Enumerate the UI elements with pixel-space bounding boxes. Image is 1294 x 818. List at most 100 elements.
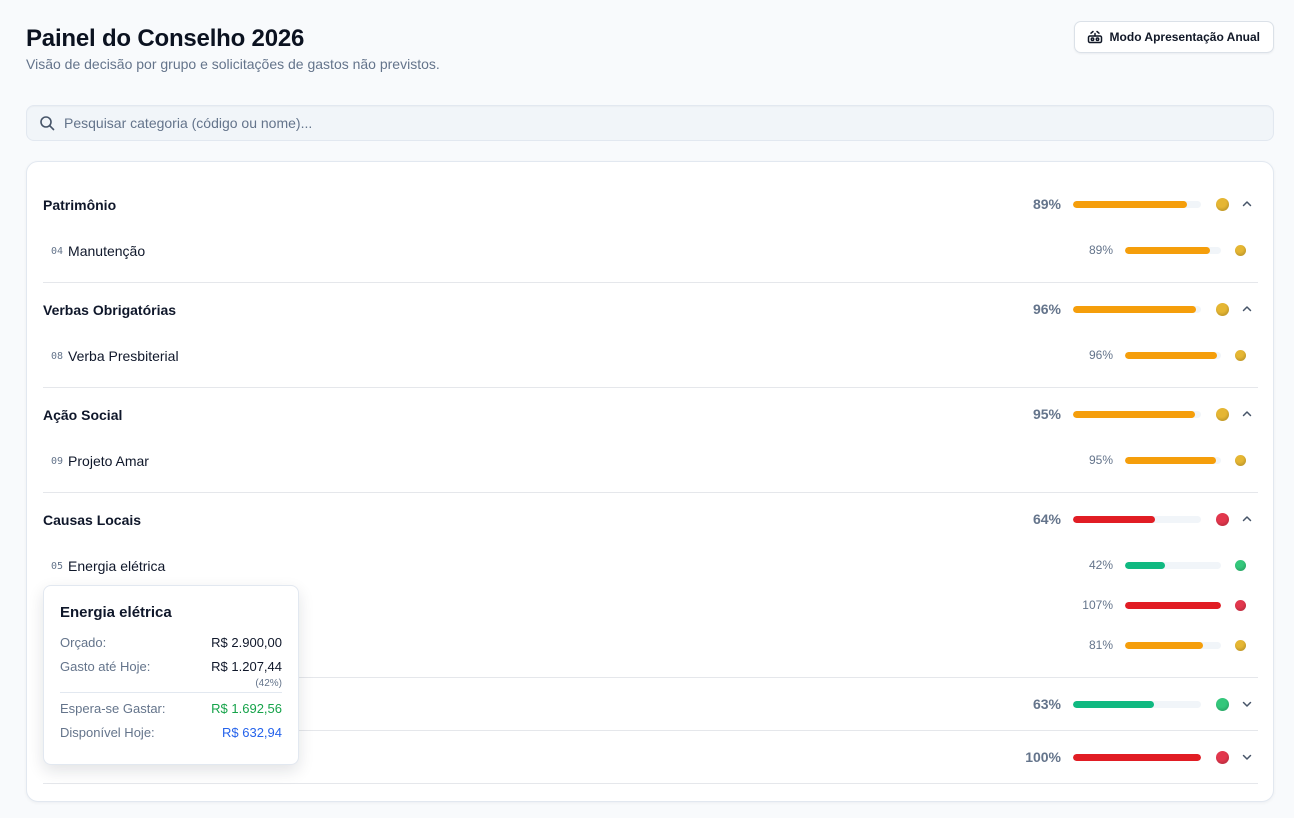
progress-bar <box>1125 246 1221 254</box>
annual-presentation-button[interactable]: Modo Apresentação Anual <box>1073 21 1274 53</box>
group-metric: 96% <box>1021 301 1253 317</box>
status-dot <box>1216 750 1229 764</box>
progress-fill <box>1125 641 1203 649</box>
category-percent: 107% <box>1082 598 1113 612</box>
category-code: 04 <box>51 245 64 257</box>
status-dot <box>1235 639 1246 651</box>
tooltip-spent-row: Gasto até Hoje: R$ 1.207,44 <box>60 659 282 675</box>
status-dot <box>1235 599 1246 611</box>
progress-bar <box>1073 515 1201 523</box>
progress-fill <box>1073 305 1196 313</box>
group-metric: 89% <box>1021 196 1253 212</box>
category-percent: 81% <box>1088 638 1113 652</box>
progress-bar <box>1125 456 1221 464</box>
progress-bar <box>1125 601 1221 609</box>
tooltip-available-row: Disponível Hoje: R$ 632,94 <box>60 725 282 741</box>
category-name: Energia elétrica <box>68 558 166 574</box>
progress-fill <box>1073 700 1154 708</box>
page-title: Painel do Conselho 2026 <box>26 25 305 52</box>
tooltip-budget-label: Orçado: <box>60 635 107 650</box>
progress-bar <box>1073 200 1201 208</box>
group-percent: 96% <box>1032 301 1061 317</box>
group-metric: 95% <box>1021 406 1253 422</box>
progress-bar <box>1073 700 1201 708</box>
status-dot <box>1235 349 1246 361</box>
category-metric: 81% <box>1073 638 1246 652</box>
category-percent: 89% <box>1088 243 1113 257</box>
tooltip-divider <box>60 692 282 693</box>
progress-fill <box>1125 456 1217 464</box>
progress-bar <box>1073 305 1201 313</box>
tooltip-available-label: Disponível Hoje: <box>60 725 155 740</box>
group-percent: 95% <box>1032 406 1061 422</box>
progress-fill <box>1073 753 1201 761</box>
chevron-up-icon[interactable] <box>1241 198 1253 210</box>
category-code: 05 <box>51 560 64 572</box>
group-name: Patrimônio <box>43 197 117 213</box>
status-dot <box>1216 302 1229 316</box>
chevron-down-icon[interactable] <box>1241 751 1253 763</box>
group-metric: 63% <box>1021 696 1253 712</box>
category-metric: 95% <box>1073 453 1246 467</box>
progress-fill <box>1125 561 1166 569</box>
category-name: Manutenção <box>68 243 146 259</box>
group-percent: 63% <box>1032 696 1061 712</box>
group-metric: 100% <box>1021 749 1253 765</box>
chevron-up-icon[interactable] <box>1241 303 1253 315</box>
chevron-down-icon[interactable] <box>1241 698 1253 710</box>
category-name: Verba Presbiterial <box>68 348 179 364</box>
chevron-up-icon[interactable] <box>1241 513 1253 525</box>
progress-fill <box>1073 515 1155 523</box>
category-metric: 42% <box>1073 558 1246 572</box>
presentation-icon <box>1087 30 1102 44</box>
group-name: Causas Locais <box>43 512 142 528</box>
category-code: 09 <box>51 455 64 467</box>
progress-fill <box>1073 410 1195 418</box>
tooltip-title: Energia elétrica <box>60 604 172 621</box>
group-divider <box>43 282 1258 283</box>
status-dot <box>1216 697 1229 711</box>
tooltip-expected-label: Espera-se Gastar: <box>60 701 166 716</box>
status-dot <box>1235 559 1246 571</box>
tooltip-budget-value: R$ 2.900,00 <box>211 635 282 650</box>
progress-bar <box>1125 641 1221 649</box>
board-dashboard: Painel do Conselho 2026 Visão de decisão… <box>0 0 1294 818</box>
progress-fill <box>1125 601 1221 609</box>
progress-fill <box>1073 200 1187 208</box>
search-icon <box>40 116 55 131</box>
group-metric: 64% <box>1021 511 1253 527</box>
status-dot <box>1216 512 1229 526</box>
page-subtitle: Visão de decisão por grupo e solicitaçõe… <box>26 56 440 72</box>
search-input[interactable] <box>64 115 1273 131</box>
group-divider <box>43 387 1258 388</box>
category-percent: 95% <box>1088 453 1113 467</box>
category-metric: 96% <box>1073 348 1246 362</box>
category-name: Projeto Amar <box>68 453 149 469</box>
progress-bar <box>1073 410 1201 418</box>
search-bar[interactable] <box>26 105 1274 141</box>
group-percent: 100% <box>1025 749 1061 765</box>
chevron-up-icon[interactable] <box>1241 408 1253 420</box>
category-metric: 89% <box>1073 243 1246 257</box>
tooltip-expected-value: R$ 1.692,56 <box>211 701 282 716</box>
group-name: Verbas Obrigatórias <box>43 302 177 318</box>
progress-bar <box>1073 753 1201 761</box>
progress-fill <box>1125 351 1218 359</box>
tooltip-budget-row: Orçado: R$ 2.900,00 <box>60 635 282 651</box>
group-divider <box>43 783 1258 784</box>
tooltip-expected-row: Espera-se Gastar: R$ 1.692,56 <box>60 701 282 717</box>
status-dot <box>1235 244 1246 256</box>
progress-bar <box>1125 351 1221 359</box>
progress-bar <box>1125 561 1221 569</box>
tooltip-available-value: R$ 632,94 <box>222 725 282 740</box>
annual-presentation-label: Modo Apresentação Anual <box>1109 30 1260 44</box>
category-code: 08 <box>51 350 64 362</box>
tooltip-spent-percent: (42%) <box>255 678 282 689</box>
tooltip-spent-value: R$ 1.207,44 <box>211 659 282 674</box>
progress-fill <box>1125 246 1211 254</box>
status-dot <box>1216 197 1229 211</box>
group-percent: 89% <box>1032 196 1061 212</box>
category-metric: 107% <box>1073 598 1246 612</box>
page-header: Painel do Conselho 2026 Visão de decisão… <box>26 24 440 72</box>
group-percent: 64% <box>1032 511 1061 527</box>
